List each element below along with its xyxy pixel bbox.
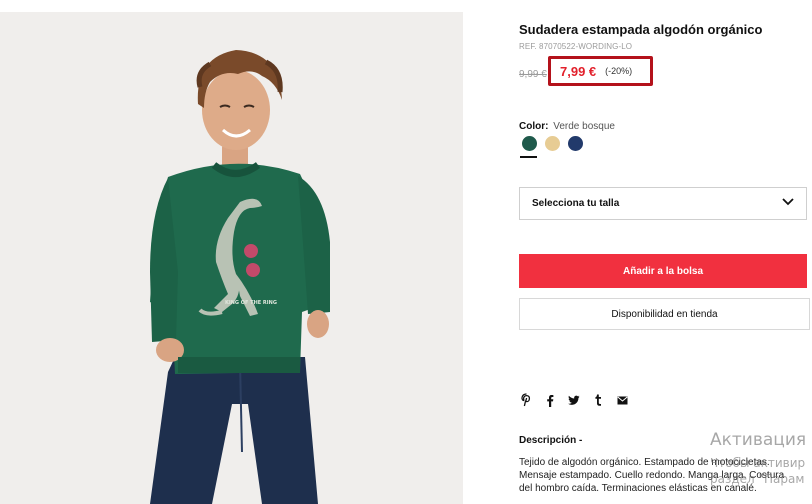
- svg-text:KING OF THE RING: KING OF THE RING: [225, 300, 277, 306]
- pinterest-icon[interactable]: [520, 393, 532, 407]
- original-price: 9,99 €: [519, 69, 547, 80]
- product-image[interactable]: KING OF THE RING: [0, 12, 463, 504]
- description-text: Tejido de algodón orgánico. Estampado de…: [519, 456, 809, 495]
- boy-in-dinosaur-sweater-illustration: KING OF THE RING: [0, 12, 463, 504]
- size-dropdown[interactable]: Selecciona tu talla: [519, 187, 807, 220]
- tumblr-icon[interactable]: [592, 393, 604, 407]
- chevron-down-icon: [782, 198, 794, 209]
- description-line: Mensaje estampado. Cuello redondo. Manga…: [519, 470, 785, 481]
- discount-badge: (-20%): [605, 66, 633, 76]
- color-swatch-navy[interactable]: [568, 136, 583, 151]
- add-to-bag-button[interactable]: Añadir a la bolsa: [519, 254, 807, 288]
- color-swatch-beige[interactable]: [545, 136, 560, 151]
- product-info: Sudadera estampada algodón orgánico REF.…: [519, 0, 812, 504]
- facebook-icon[interactable]: [544, 393, 556, 407]
- description-line: del hombro caída. Terminaciones elástica…: [519, 483, 757, 494]
- email-icon[interactable]: [616, 393, 628, 407]
- selected-color-name: Verde bosque: [553, 121, 615, 132]
- color-swatches: [520, 136, 583, 158]
- color-swatch-green[interactable]: [520, 136, 537, 158]
- description-line: Tejido de algodón orgánico. Estampado de…: [519, 457, 770, 468]
- price-highlight-box: 7,99 € (-20%): [548, 56, 653, 86]
- product-page: KING OF THE RING Sudadera estampada algo…: [0, 0, 812, 504]
- store-availability-button[interactable]: Disponibilidad en tienda: [519, 298, 810, 330]
- color-selector-label: Color: Verde bosque: [519, 121, 615, 132]
- size-dropdown-placeholder: Selecciona tu talla: [532, 198, 620, 209]
- share-icons: [520, 393, 628, 407]
- twitter-icon[interactable]: [568, 393, 580, 407]
- product-title: Sudadera estampada algodón orgánico: [519, 22, 763, 37]
- color-label: Color:: [519, 121, 549, 132]
- description-title[interactable]: Descripción -: [519, 435, 582, 446]
- product-reference: REF. 87070522-WORDING-LO: [519, 42, 633, 51]
- sale-price: 7,99 €: [560, 63, 597, 79]
